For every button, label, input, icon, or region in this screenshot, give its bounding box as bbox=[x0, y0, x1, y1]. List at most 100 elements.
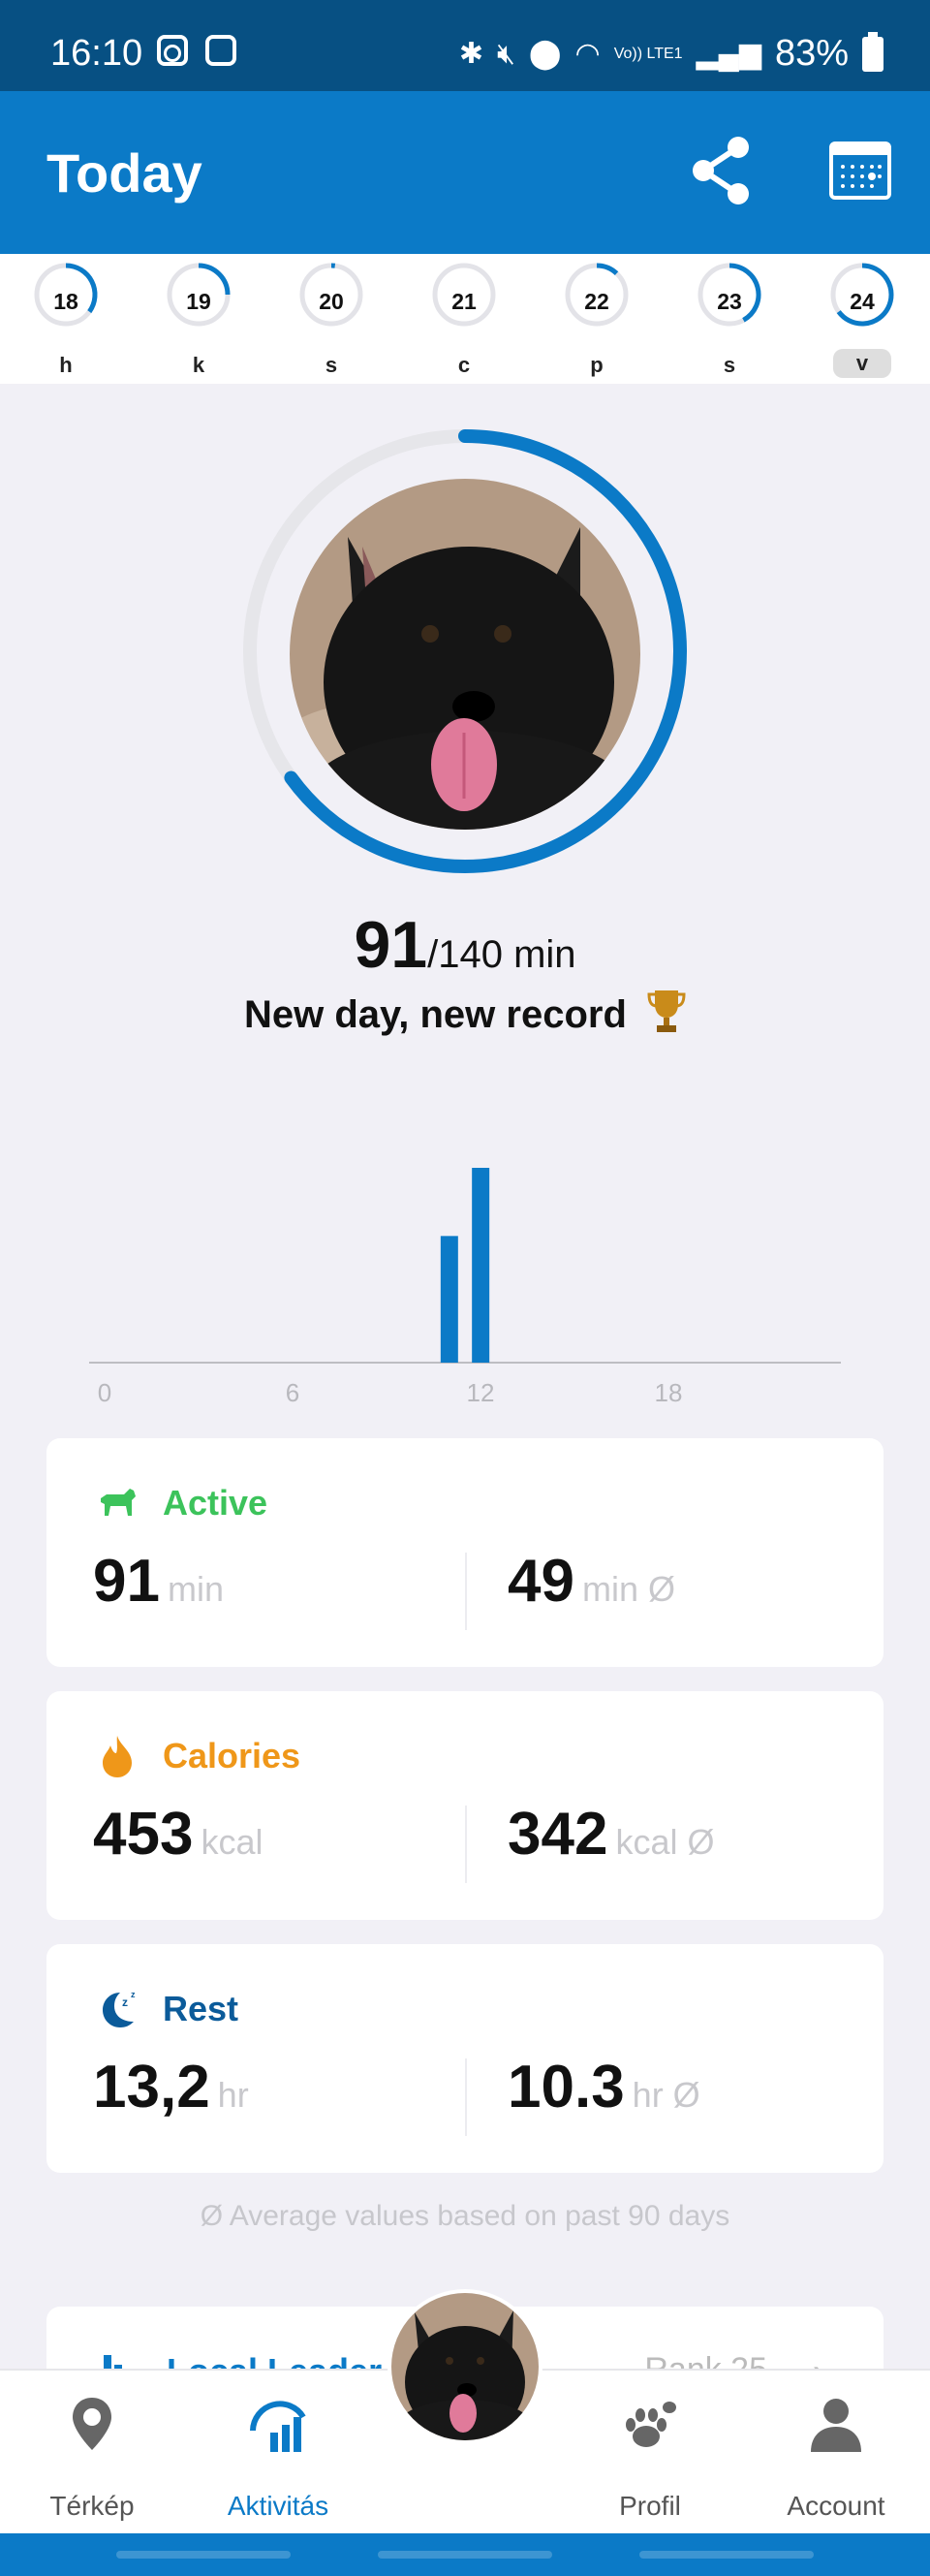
calories-unit: kcal bbox=[201, 1822, 264, 1862]
rest-unit: hr bbox=[217, 2075, 249, 2115]
gallery-icon bbox=[205, 35, 236, 66]
active-value: 91 bbox=[93, 1548, 160, 1615]
trophy-icon bbox=[647, 990, 686, 1032]
svg-text:z: z bbox=[122, 1995, 128, 2009]
share-button[interactable] bbox=[690, 134, 754, 207]
nav-label: Account bbox=[787, 2491, 885, 2521]
rest-card[interactable]: z z Rest 13,2 hr 10.3 hr Ø bbox=[46, 1944, 884, 2173]
day-24[interactable]: 24 v bbox=[814, 254, 911, 384]
day-label: h bbox=[59, 353, 73, 377]
chart-tick-label: 0 bbox=[98, 1378, 111, 1405]
day-label: s bbox=[325, 353, 338, 377]
nav-item-account[interactable]: Account bbox=[744, 2371, 928, 2535]
calendar-button[interactable] bbox=[829, 141, 891, 200]
day-number: 22 bbox=[584, 289, 609, 314]
nav-gesture-home[interactable] bbox=[378, 2551, 552, 2559]
dog-photo-small bbox=[391, 2293, 539, 2440]
map-pin-icon bbox=[73, 2398, 111, 2450]
bluetooth-icon: ✱ bbox=[458, 38, 484, 70]
active-unit: min bbox=[167, 1569, 224, 1609]
day-progress-arc bbox=[596, 263, 619, 276]
instagram-icon bbox=[157, 35, 188, 66]
battery-percent: 83% bbox=[774, 33, 849, 74]
signal-icon: ▂▄▆ bbox=[696, 38, 761, 70]
chart-tick-label: 12 bbox=[467, 1378, 495, 1405]
nav-item-aktivitas[interactable]: Aktivitás bbox=[186, 2371, 370, 2535]
activity-icon bbox=[250, 2401, 306, 2452]
nav-item-profil[interactable]: Profil bbox=[558, 2371, 742, 2535]
page-title: Today bbox=[46, 142, 202, 204]
dog-walk-icon bbox=[101, 1489, 136, 1516]
day-number: 21 bbox=[451, 289, 477, 314]
divider bbox=[465, 1553, 467, 1630]
chart-bar-hour-12 bbox=[472, 1168, 490, 1363]
mute-icon: 🔇︎ bbox=[497, 37, 515, 70]
day-label: v bbox=[833, 349, 891, 378]
chart-tick-label: 18 bbox=[655, 1378, 683, 1405]
day-label: p bbox=[590, 353, 604, 377]
hourly-activity-chart: 0 6 12 18 bbox=[89, 1168, 841, 1405]
rest-average-value: 10.3 bbox=[508, 2054, 625, 2120]
paw-icon bbox=[626, 2402, 676, 2447]
lte-label: Vo)) LTE1 bbox=[613, 45, 683, 62]
record-message: New day, new record bbox=[0, 989, 930, 1037]
dog-avatar[interactable] bbox=[290, 479, 640, 830]
week-selector: 18 h 19 k 20 s 21 c 22 p 23 s 24 v bbox=[0, 254, 930, 384]
day-22[interactable]: 22 p bbox=[548, 254, 645, 384]
day-21[interactable]: 21 c bbox=[416, 254, 512, 384]
moon-sleep-icon: z z bbox=[103, 1990, 136, 2027]
record-text: New day, new record bbox=[243, 993, 627, 1036]
calories-card[interactable]: Calories 453 kcal 342 kcal Ø bbox=[46, 1691, 884, 1920]
person-icon bbox=[811, 2399, 861, 2452]
day-number: 20 bbox=[319, 289, 344, 314]
status-time: 16:10 bbox=[50, 33, 143, 74]
nav-label: Profil bbox=[619, 2491, 681, 2521]
status-bar: 16:10 ✱ 🔇︎ ⬤ ◠ Vo)) LTE1 ▂▄▆ 83% bbox=[0, 0, 930, 91]
calories-average-unit: kcal Ø bbox=[615, 1822, 715, 1862]
activity-minutes: 91/140 min bbox=[0, 907, 930, 983]
share-icon bbox=[693, 137, 749, 204]
rest-value: 13,2 bbox=[93, 2054, 210, 2120]
active-card[interactable]: Active 91 min 49 min Ø bbox=[46, 1438, 884, 1667]
average-note: Ø Average values based on past 90 days bbox=[200, 2200, 730, 2232]
day-label: c bbox=[457, 353, 471, 377]
minutes-goal: /140 min bbox=[427, 933, 576, 976]
active-title: Active bbox=[163, 1483, 268, 1523]
location-icon: ⬤ bbox=[528, 38, 562, 70]
nav-dog-avatar[interactable] bbox=[388, 2289, 542, 2444]
nav-label: Térkép bbox=[49, 2491, 135, 2521]
day-number: 24 bbox=[850, 289, 875, 314]
divider bbox=[465, 2058, 467, 2136]
day-label: s bbox=[723, 353, 736, 377]
nav-gesture-right[interactable] bbox=[639, 2551, 814, 2559]
minutes-value: 91 bbox=[354, 908, 428, 982]
day-label: k bbox=[192, 353, 205, 377]
day-23[interactable]: 23 s bbox=[681, 254, 778, 384]
day-20[interactable]: 20 s bbox=[283, 254, 380, 384]
day-number: 19 bbox=[186, 289, 211, 314]
chart-tick-label: 6 bbox=[286, 1378, 299, 1405]
system-navigation-bar bbox=[0, 2533, 930, 2576]
calories-title: Calories bbox=[163, 1736, 301, 1775]
calories-average-value: 342 bbox=[508, 1801, 608, 1868]
day-18[interactable]: 18 h bbox=[17, 254, 114, 384]
day-19[interactable]: 19 k bbox=[150, 254, 247, 384]
day-number: 18 bbox=[53, 289, 78, 314]
nav-item-terkep[interactable]: Térkép bbox=[0, 2371, 184, 2535]
rest-title: Rest bbox=[163, 1989, 239, 2028]
dog-photo bbox=[290, 479, 640, 830]
nav-gesture-left[interactable] bbox=[116, 2551, 291, 2559]
nav-label: Aktivitás bbox=[227, 2491, 329, 2521]
active-average-unit: min Ø bbox=[581, 1569, 675, 1609]
flame-icon bbox=[103, 1736, 132, 1777]
active-average-value: 49 bbox=[508, 1548, 574, 1615]
divider bbox=[465, 1806, 467, 1883]
calendar-icon bbox=[829, 141, 891, 200]
day-number: 23 bbox=[717, 289, 742, 314]
chart-bar-hour-11 bbox=[440, 1236, 458, 1363]
calories-value: 453 bbox=[93, 1801, 194, 1868]
wifi-icon: ◠ bbox=[574, 38, 601, 70]
svg-text:z: z bbox=[131, 1990, 136, 1999]
battery-icon bbox=[862, 31, 884, 72]
app-bar: Today bbox=[0, 91, 930, 254]
